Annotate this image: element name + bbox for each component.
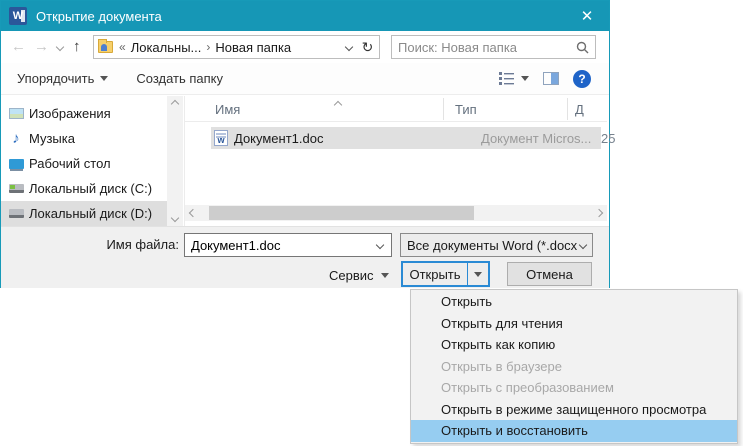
filetype-chevron-icon: [579, 241, 587, 249]
search-icon: [576, 41, 589, 54]
toolbar-right-group: ?: [499, 70, 609, 88]
scrollbar-thumb[interactable]: [209, 206, 474, 220]
sidebar-item-label: Изображения: [29, 106, 111, 121]
list-view-icon: [499, 72, 514, 85]
menu-item-open-with-transform: Открыть с преобразованием: [411, 377, 737, 399]
view-mode-dropdown-icon: [521, 76, 529, 81]
column-divider[interactable]: [567, 98, 568, 120]
open-split-button: Открыть: [401, 261, 490, 287]
search-input[interactable]: [398, 40, 576, 55]
menu-item-open-protected-view[interactable]: Открыть в режиме защищенного просмотра: [411, 399, 737, 421]
sidebar-item-desktop[interactable]: Рабочий стол: [1, 151, 167, 176]
preview-pane-icon[interactable]: [543, 72, 559, 85]
file-type: Документ Micros...: [481, 131, 591, 146]
search-box[interactable]: [391, 35, 596, 59]
file-list-header: Имя Тип Д: [185, 96, 607, 122]
file-row-document1[interactable]: W Документ1.doc Документ Micros... 25: [211, 127, 601, 149]
column-divider[interactable]: [443, 98, 444, 120]
breadcrumb-current[interactable]: Новая папка: [215, 40, 291, 55]
refresh-button[interactable]: ↻: [356, 35, 380, 59]
organize-label: Упорядочить: [17, 71, 94, 86]
filename-dropdown-chevron-icon[interactable]: [376, 241, 384, 249]
column-header-name[interactable]: Имя: [215, 102, 240, 117]
sidebar-item-label: Музыка: [29, 131, 75, 146]
titlebar[interactable]: W Открытие документа ✕: [1, 1, 609, 31]
scroll-right-icon[interactable]: [591, 205, 607, 221]
menu-item-open-as-copy[interactable]: Открыть как копию: [411, 334, 737, 356]
tools-label: Сервис: [329, 268, 374, 283]
file-list: Имя Тип Д W Документ1.doc Документ Micro…: [185, 96, 607, 226]
sidebar-item-disk-d[interactable]: Локальный диск (D:): [1, 201, 167, 226]
sort-ascending-icon: [335, 96, 341, 111]
close-icon[interactable]: ✕: [565, 1, 609, 31]
music-icon: ♪: [8, 131, 24, 147]
dialog-footer: Имя файла: Все документы Word (*.docx;* …: [1, 226, 609, 288]
sidebar-item-music[interactable]: ♪ Музыка: [1, 126, 167, 151]
address-bar[interactable]: « Локальны... › Новая папка: [93, 35, 357, 59]
sidebar-item-label: Рабочий стол: [29, 156, 111, 171]
open-document-dialog: W Открытие документа ✕ ← → ↑ « Локальны.…: [0, 0, 610, 288]
breadcrumb-separator: ›: [206, 40, 210, 54]
open-options-menu: Открыть Открыть для чтения Открыть как к…: [410, 289, 738, 444]
screen: W Открытие документа ✕ ← → ↑ « Локальны.…: [0, 0, 743, 446]
tools-button[interactable]: Сервис: [323, 263, 395, 287]
file-date: 25: [601, 131, 615, 146]
sidebar-item-pictures[interactable]: Изображения: [1, 101, 167, 126]
forward-icon[interactable]: →: [34, 37, 49, 57]
main-area: Изображения ♪ Музыка Рабочий стол Локаль…: [1, 96, 609, 226]
sidebar-item-label: Локальный диск (D:): [29, 206, 152, 221]
menu-item-open-and-repair[interactable]: Открыть и восстановить: [411, 420, 737, 442]
menu-item-open-in-browser: Открыть в браузере: [411, 356, 737, 378]
address-dropdown-chevron-icon[interactable]: [345, 43, 353, 51]
tools-dropdown-icon: [381, 273, 389, 278]
sidebar-item-label: Локальный диск (C:): [29, 181, 152, 196]
view-mode-button[interactable]: [499, 72, 529, 85]
desktop-icon: [8, 156, 24, 172]
command-toolbar: Упорядочить Создать папку ?: [1, 63, 609, 95]
file-name: Документ1.doc: [234, 131, 323, 146]
new-folder-label: Создать папку: [136, 71, 223, 86]
breadcrumb-prefix: «: [119, 40, 126, 54]
pictures-icon: [8, 106, 24, 122]
open-dropdown-icon: [474, 272, 482, 277]
up-icon[interactable]: ↑: [73, 37, 81, 57]
sidebar-item-disk-c[interactable]: Локальный диск (C:): [1, 176, 167, 201]
disk-icon: [8, 206, 24, 222]
menu-item-open[interactable]: Открыть: [411, 291, 737, 313]
filename-input[interactable]: [185, 238, 377, 253]
sidebar-scrollbar[interactable]: [167, 96, 183, 226]
organize-dropdown-icon: [100, 76, 108, 81]
disk-icon: [8, 181, 24, 197]
filetype-select[interactable]: Все документы Word (*.docx;*: [400, 233, 593, 257]
navigation-bar: ← → ↑ « Локальны... › Новая папка ↻: [1, 31, 609, 63]
word-document-icon: W: [214, 130, 228, 146]
organize-button[interactable]: Упорядочить: [9, 67, 116, 90]
filename-label: Имя файла:: [105, 237, 179, 252]
new-folder-button[interactable]: Создать папку: [128, 67, 231, 90]
open-dropdown-button[interactable]: [467, 263, 488, 285]
breadcrumb-parent[interactable]: Локальны...: [131, 40, 202, 55]
filename-combobox[interactable]: [184, 233, 392, 257]
folder-icon: [98, 41, 113, 53]
word-app-icon: W: [9, 7, 27, 25]
refresh-icon: ↻: [362, 39, 374, 56]
open-button[interactable]: Открыть: [403, 263, 467, 285]
horizontal-scrollbar[interactable]: [185, 205, 607, 221]
menu-item-open-read-only[interactable]: Открыть для чтения: [411, 313, 737, 335]
navigation-sidebar: Изображения ♪ Музыка Рабочий стол Локаль…: [1, 96, 167, 226]
scroll-up-icon[interactable]: [167, 96, 183, 112]
column-header-date[interactable]: Д: [575, 102, 584, 117]
scroll-down-icon[interactable]: [167, 210, 183, 226]
filetype-value: Все документы Word (*.docx;*: [407, 238, 578, 253]
window-title: Открытие документа: [36, 9, 162, 24]
scroll-left-icon[interactable]: [185, 205, 201, 221]
cancel-button[interactable]: Отмена: [507, 262, 592, 286]
back-icon[interactable]: ←: [11, 37, 26, 57]
recent-locations-chevron-icon[interactable]: [56, 43, 64, 51]
column-header-type[interactable]: Тип: [455, 102, 477, 117]
help-button[interactable]: ?: [573, 70, 591, 88]
